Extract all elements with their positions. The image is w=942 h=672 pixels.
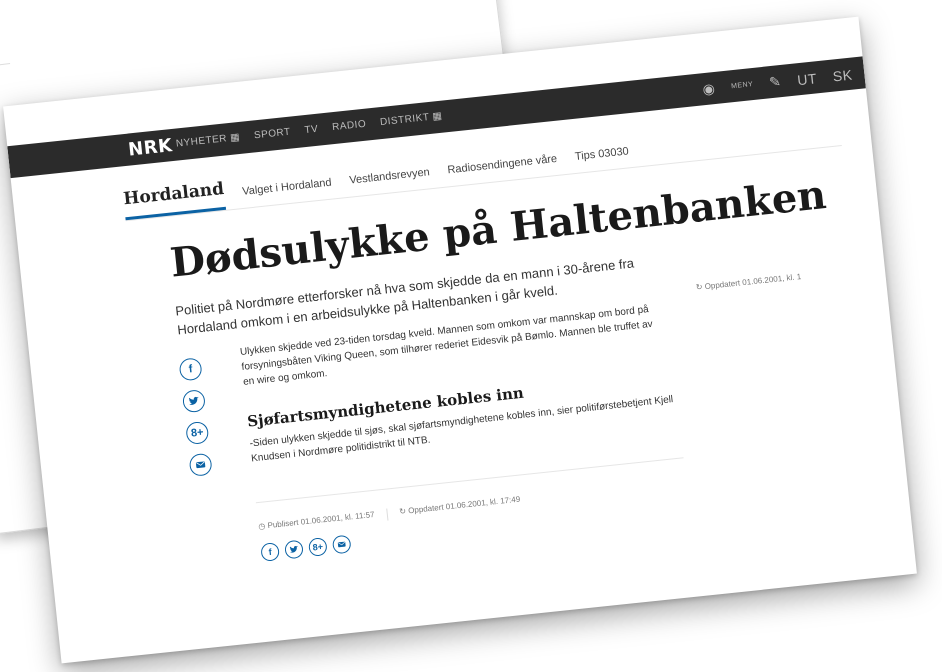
top-nav-items: NYHETER ▦ SPORT TV RADIO DISTRIKT ▦ bbox=[175, 111, 443, 150]
twitter-icon bbox=[189, 396, 199, 405]
updated-text: Oppdatert 01.06.2001, kl. 17:49 bbox=[407, 494, 521, 516]
subnav-tips[interactable]: Tips 03030 bbox=[574, 145, 630, 173]
user-icon[interactable]: ◉ bbox=[702, 80, 716, 98]
search-label[interactable]: SK bbox=[832, 66, 853, 84]
share-sidebar: f 8+ bbox=[178, 357, 213, 477]
updated-top-text: Oppdatert 01.06.2001, kl. 1 bbox=[704, 272, 802, 292]
top-nav-distrikt[interactable]: DISTRIKT ▦ bbox=[380, 111, 443, 128]
facebook-share-button[interactable]: f bbox=[260, 542, 281, 562]
footer-divider bbox=[255, 457, 684, 504]
top-nav-nyheter[interactable]: NYHETER ▦ bbox=[175, 132, 240, 150]
updated-timestamp-top: ↻ Oppdatert 01.06.2001, kl. 1 bbox=[695, 272, 801, 292]
article-meta: ◷ Publisert 01.06.2001, kl. 11:57 ↻ Oppd… bbox=[258, 495, 521, 534]
twitter-icon bbox=[289, 545, 298, 553]
menu-label[interactable]: MENY bbox=[731, 81, 754, 90]
top-nav-radio[interactable]: RADIO bbox=[332, 119, 367, 134]
nrk-logo[interactable]: NRK bbox=[127, 135, 173, 161]
top-right-controls: ◉ MENY ✎ UT SK bbox=[702, 66, 853, 99]
updated-timestamp: ↻ Oppdatert 01.06.2001, kl. 17:49 bbox=[399, 495, 521, 520]
twitter-share-button[interactable] bbox=[284, 539, 304, 560]
subnav-valget[interactable]: Valget i Hordaland bbox=[242, 177, 333, 208]
email-icon bbox=[195, 461, 206, 469]
googleplus-share-button[interactable]: 8+ bbox=[185, 420, 210, 446]
top-nav-sport[interactable]: SPORT bbox=[253, 127, 291, 142]
email-share-button[interactable] bbox=[331, 534, 352, 555]
logout-label[interactable]: UT bbox=[796, 70, 817, 88]
published-text: Publisert 01.06.2001, kl. 11:57 bbox=[267, 509, 375, 531]
subnav-vestlandsrevyen[interactable]: Vestlandsrevyen bbox=[349, 166, 432, 196]
googleplus-icon: 8+ bbox=[312, 541, 324, 553]
background-divider bbox=[0, 62, 11, 72]
published-timestamp: ◷ Publisert 01.06.2001, kl. 11:57 bbox=[258, 510, 375, 534]
email-icon bbox=[337, 541, 346, 548]
googleplus-icon: 8+ bbox=[190, 426, 205, 440]
googleplus-share-button[interactable]: 8+ bbox=[307, 537, 328, 557]
top-nav-tv[interactable]: TV bbox=[304, 124, 319, 136]
section-brand[interactable]: Hordaland bbox=[122, 178, 227, 221]
meta-separator bbox=[385, 508, 389, 521]
pen-icon[interactable]: ✎ bbox=[768, 73, 782, 91]
email-share-button[interactable] bbox=[188, 452, 213, 477]
twitter-share-button[interactable] bbox=[181, 389, 207, 414]
share-footer: f 8+ bbox=[260, 534, 352, 562]
facebook-icon: f bbox=[268, 546, 273, 558]
subnav-radiosendingene[interactable]: Radiosendingene våre bbox=[447, 153, 559, 186]
facebook-icon: f bbox=[188, 363, 194, 376]
article-page: NRK NYHETER ▦ SPORT TV RADIO DISTRIKT ▦ … bbox=[3, 16, 917, 664]
facebook-share-button[interactable]: f bbox=[178, 357, 203, 382]
